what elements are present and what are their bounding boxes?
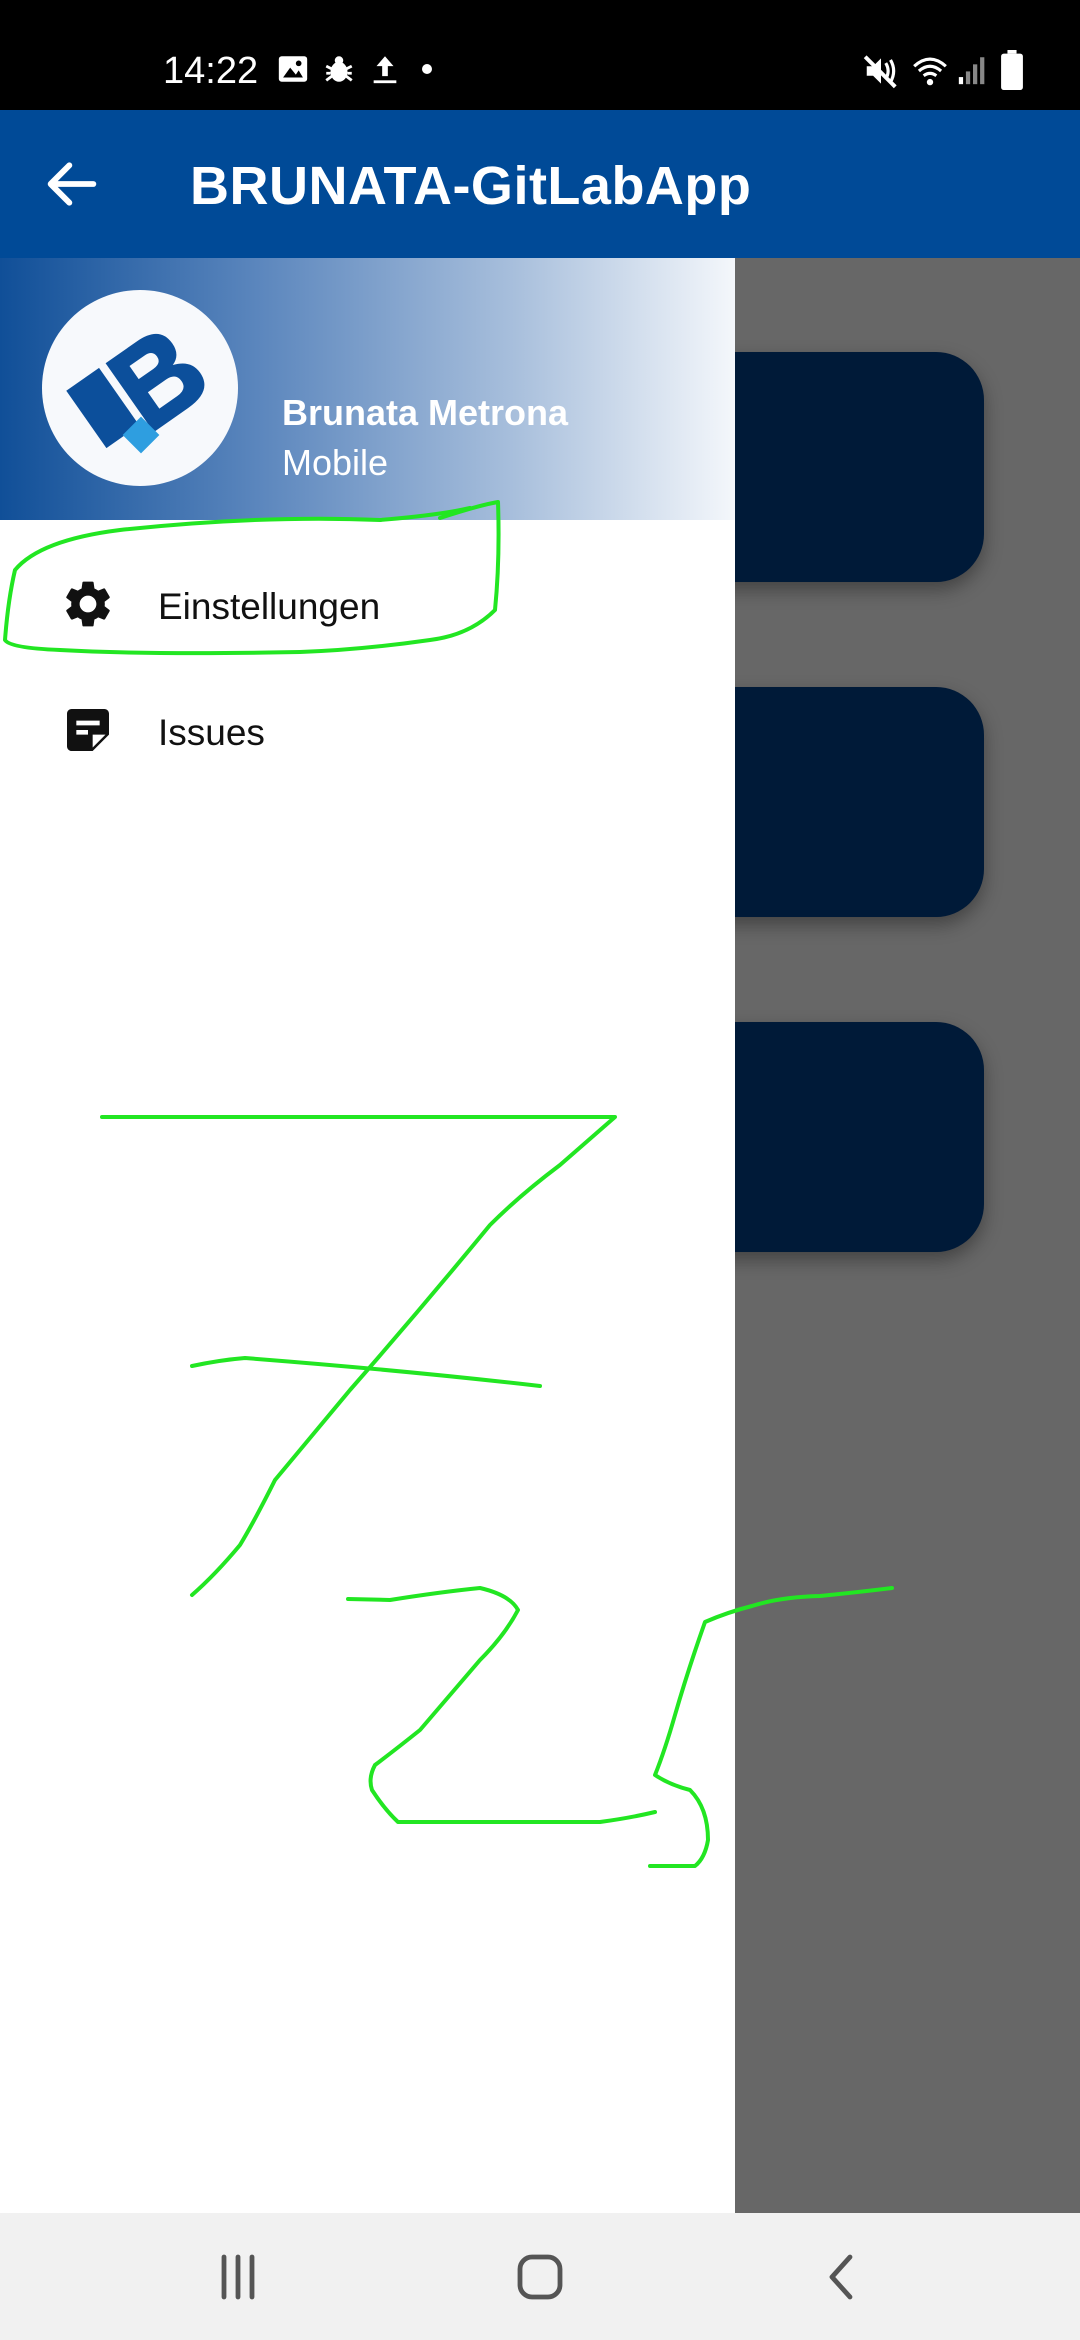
mute-icon <box>863 55 897 89</box>
upload-icon <box>373 56 397 84</box>
arrow-back-icon[interactable] <box>40 152 104 216</box>
image-icon <box>278 56 308 82</box>
system-nav-bar <box>0 2213 1080 2340</box>
battery-icon <box>1001 50 1023 90</box>
drawer-header-title: Brunata Metrona <box>282 392 569 433</box>
app-bar: BRUNATA-GitLabApp <box>0 110 1080 258</box>
status-bar: 14:22 <box>0 0 1080 110</box>
gear-icon <box>66 581 110 627</box>
drawer-header: Brunata Metrona Mobile <box>0 258 735 520</box>
signal-icon <box>958 57 985 85</box>
back-icon[interactable] <box>812 2247 872 2307</box>
status-time: 14:22 <box>163 50 259 92</box>
drawer-item-issues[interactable]: Issues <box>0 672 735 792</box>
drawer-header-subtitle: Mobile <box>282 442 389 483</box>
drawer-item-einstellungen[interactable]: Einstellungen <box>0 546 735 666</box>
drawer-item-label: Einstellungen <box>158 586 381 627</box>
navigation-drawer: Brunata Metrona Mobile Einstellungen Iss… <box>0 258 735 2213</box>
note-icon <box>67 709 109 751</box>
home-icon[interactable] <box>510 2247 570 2307</box>
drawer-item-label: Issues <box>158 712 265 753</box>
wifi-icon <box>913 57 947 86</box>
brunata-logo <box>42 290 238 486</box>
dot-icon <box>422 64 432 74</box>
app-title: BRUNATA-GitLabApp <box>190 156 752 216</box>
bug-icon <box>325 56 353 82</box>
recents-icon[interactable] <box>208 2247 268 2307</box>
